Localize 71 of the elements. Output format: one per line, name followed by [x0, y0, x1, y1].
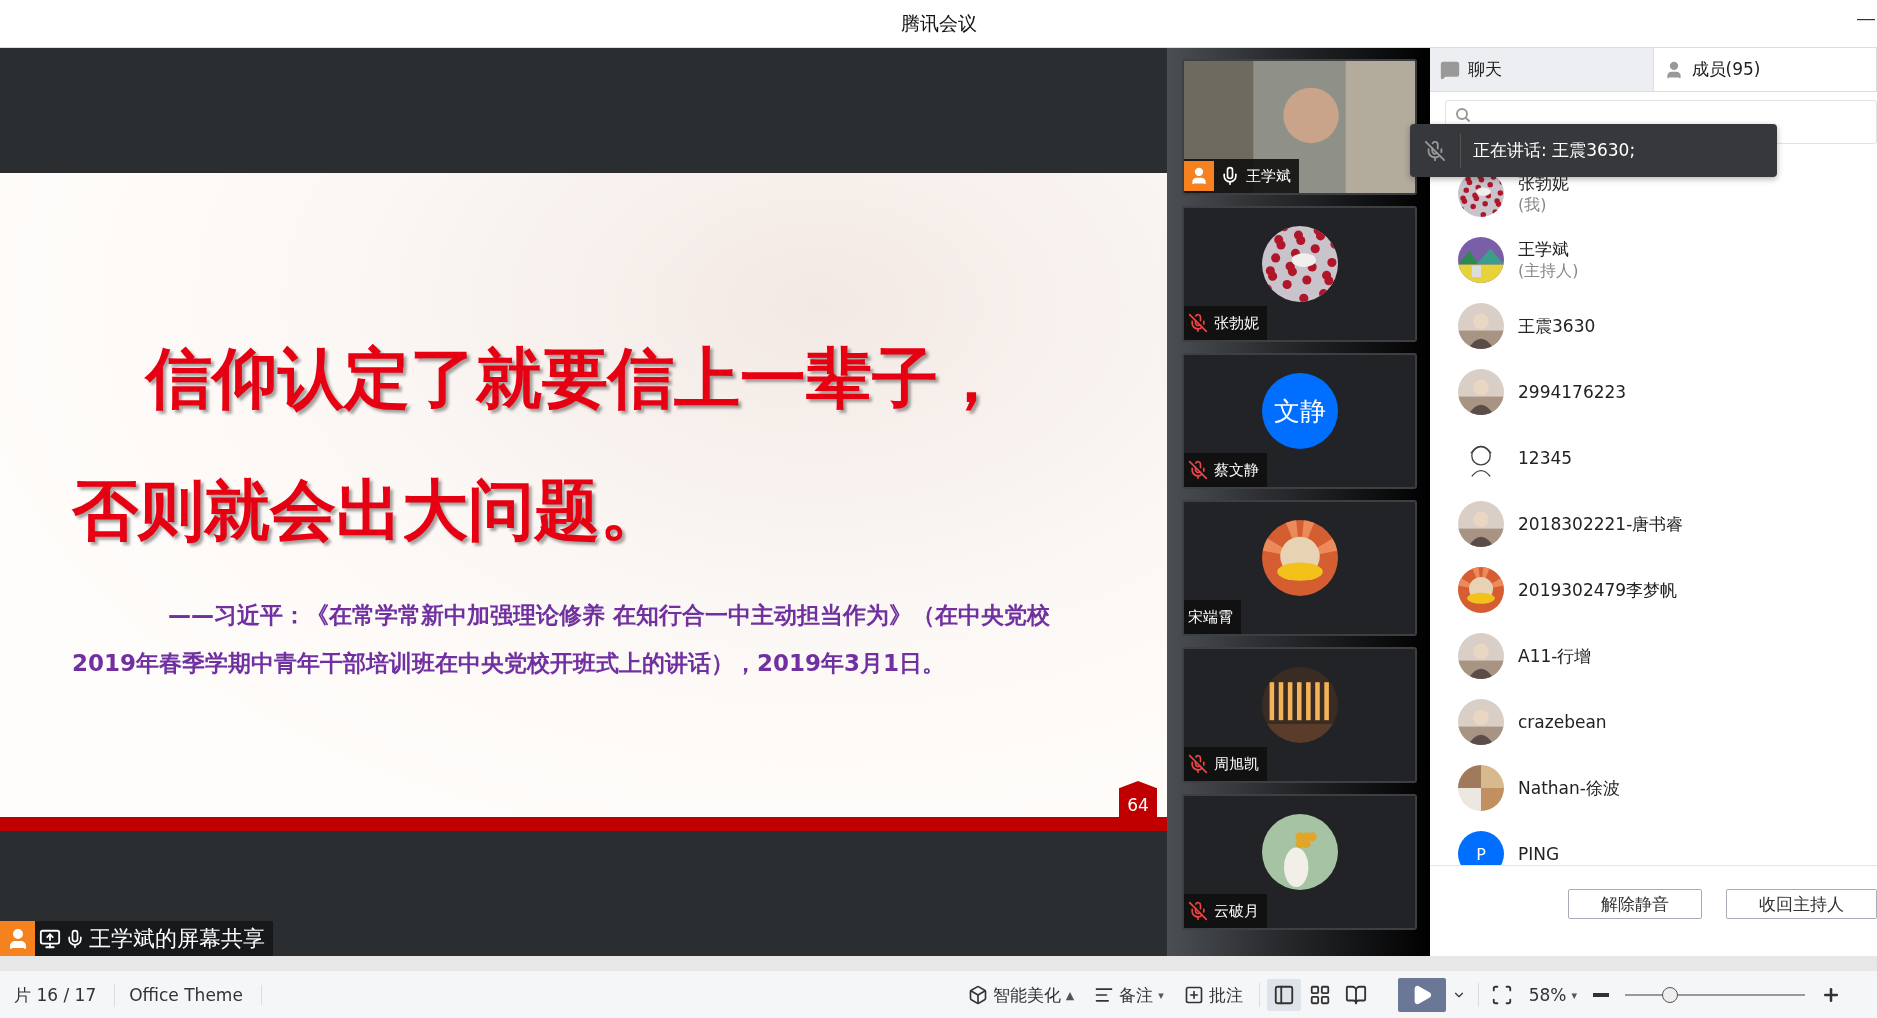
member-action-button[interactable]: 收回主持人: [1726, 889, 1877, 919]
slide-counter: 片 16 / 17: [0, 983, 116, 1007]
member-name: 王学斌: [1518, 238, 1570, 261]
member-name: A11-行增: [1518, 644, 1592, 668]
video-tile[interactable]: 王学斌: [1182, 59, 1417, 195]
participant-name: 蔡文静: [1214, 460, 1259, 480]
normal-view-icon: [1272, 984, 1295, 1006]
toolbar-button[interactable]: 批注: [1173, 983, 1253, 1007]
zoom-level[interactable]: 58% ▾: [1518, 985, 1587, 1005]
member-role: (我): [1518, 195, 1548, 216]
member-row[interactable]: Nathan-徐波: [1430, 755, 1877, 821]
comment-icon: [1183, 985, 1204, 1005]
slide-quote: ——习近平：《在常学常新中加强理论修养 在知行合一中主动担当作为》（在中央党校2019年春季学期中青年干部培训班在中央党校开班式上的讲话），2019年3月1日。: [72, 601, 1051, 678]
window-title: 腾讯会议: [900, 10, 977, 36]
member-name: crazebean: [1518, 712, 1607, 732]
view-button[interactable]: [1266, 979, 1301, 1011]
book-icon: [1344, 984, 1367, 1006]
member-row[interactable]: 2019302479李梦帆: [1430, 557, 1877, 623]
member-name: 2994176223: [1518, 382, 1627, 402]
toolbar-button[interactable]: 智能美化 ▲: [957, 983, 1085, 1007]
member-row[interactable]: P PING: [1430, 821, 1877, 865]
participant-name: 云破月: [1214, 901, 1259, 921]
slideshow-button[interactable]: [1397, 978, 1446, 1012]
video-tile[interactable]: 云破月: [1182, 794, 1417, 930]
screen-share-icon: [39, 927, 61, 950]
avatar-initial: P: [1458, 831, 1504, 865]
member-row[interactable]: crazebean: [1430, 689, 1877, 755]
cube-icon: [967, 985, 988, 1005]
member-role: (主持人): [1518, 261, 1579, 282]
video-tile[interactable]: 宋端霄: [1182, 500, 1417, 636]
member-name: 2018302221-唐书睿: [1518, 512, 1684, 536]
member-row[interactable]: 12345: [1430, 425, 1877, 491]
grid-icon: [1308, 984, 1331, 1006]
member-row[interactable]: 王震3630: [1430, 293, 1877, 359]
participant-name: 张勃妮: [1214, 313, 1259, 333]
theme-name: Office Theme: [115, 985, 262, 1005]
member-row[interactable]: A11-行增: [1430, 623, 1877, 689]
participant-name: 宋端霄: [1188, 607, 1233, 627]
member-row[interactable]: 2018302221-唐书睿: [1430, 491, 1877, 557]
slider-thumb[interactable]: [1662, 987, 1678, 1003]
video-tile[interactable]: 文静 蔡文静: [1182, 353, 1417, 489]
minus-icon: [1593, 993, 1609, 997]
video-tile[interactable]: 张勃妮: [1182, 206, 1417, 342]
slide-headline: 否则就会出大问题。: [72, 471, 667, 551]
speaking-text: 正在讲话: 王震3630;: [1473, 139, 1636, 162]
member-row[interactable]: 2994176223: [1430, 359, 1877, 425]
share-text: 王学斌的屏幕共享: [89, 924, 265, 953]
plus-icon: [1821, 985, 1841, 1005]
minimize-button[interactable]: —: [1855, 8, 1877, 29]
mic-icon: [65, 928, 85, 949]
member-row[interactable]: 王学斌 (主持人): [1430, 227, 1877, 293]
panel-tab[interactable]: 聊天: [1430, 48, 1654, 91]
avatar-initials: 文静: [1261, 373, 1338, 449]
member-name: 王震3630: [1518, 314, 1596, 338]
fit-icon: [1490, 984, 1513, 1006]
muted-mic-icon: [1424, 139, 1446, 162]
member-name: Nathan-徐波: [1518, 776, 1620, 800]
member-name: PING: [1518, 844, 1560, 864]
member-name: 12345: [1518, 448, 1573, 468]
toolbar-button[interactable]: 备注 ▾: [1084, 983, 1174, 1007]
slide-headline: 信仰认定了就要信上一辈子，: [143, 339, 1005, 419]
page-number: 64: [1119, 781, 1157, 817]
participant-name: 王学斌: [1246, 166, 1291, 186]
user-icon: [0, 921, 35, 956]
member-action-button[interactable]: 解除静音: [1568, 889, 1702, 919]
video-tile[interactable]: 周旭凯: [1182, 647, 1417, 783]
search-icon: [1456, 108, 1470, 122]
participant-name: 周旭凯: [1214, 754, 1259, 774]
member-name: 2019302479李梦帆: [1518, 578, 1678, 602]
notes-icon: [1094, 985, 1115, 1005]
chat-icon: [1440, 59, 1460, 80]
